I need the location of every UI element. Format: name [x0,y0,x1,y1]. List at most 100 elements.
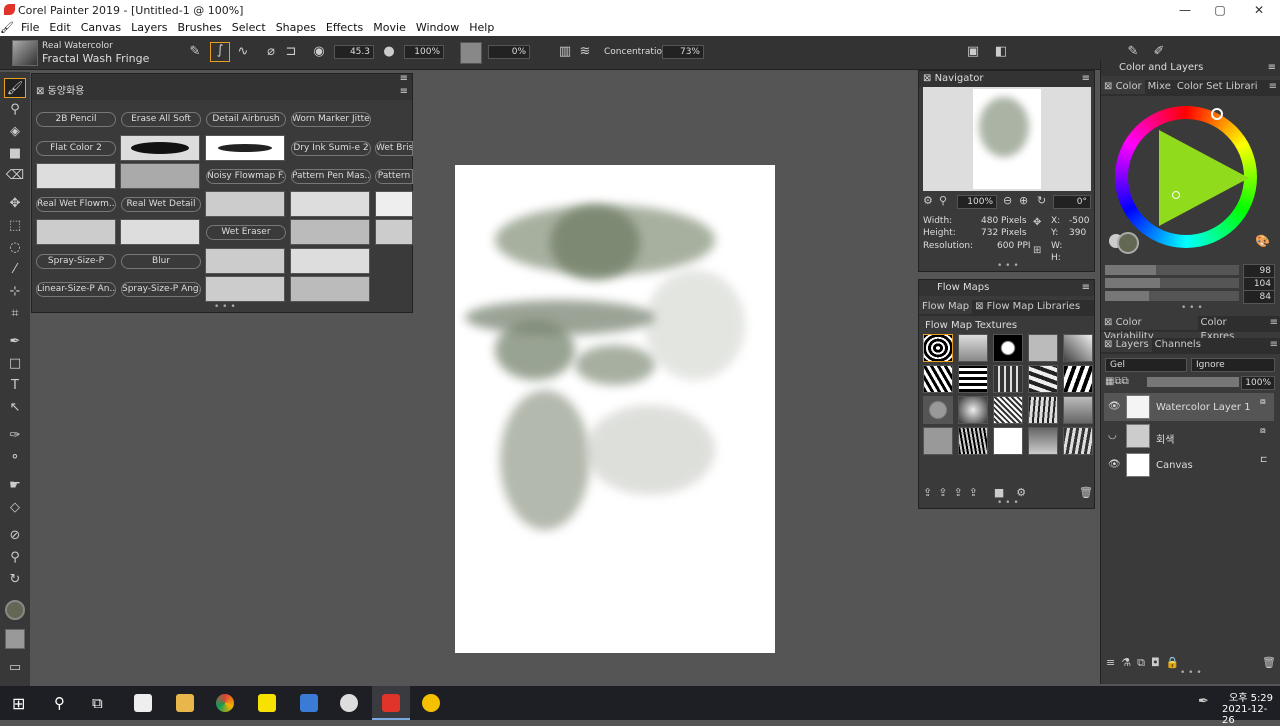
clock-time[interactable]: 오후 5:29 [1229,689,1273,704]
flow-texture[interactable] [1063,427,1093,455]
flow-texture[interactable] [1028,427,1058,455]
tab-layers[interactable]: ⊠ Layers [1101,338,1152,352]
brush-worn-marker-jitter[interactable]: Worn Marker Jitter [291,112,371,127]
brush-real-wet-detail[interactable]: Real Wet Detail [121,197,201,212]
flow-texture[interactable] [958,427,988,455]
paper-swatch[interactable] [5,629,25,649]
delete-layer-icon[interactable]: 🗑 [1262,656,1276,669]
lock-icon[interactable]: 🔒 [1166,656,1180,670]
concentration-field[interactable]: 73% [662,45,704,59]
tab-color[interactable]: ⊠ Color [1101,80,1145,94]
eye-closed-icon[interactable]: ◡ [1108,430,1117,441]
flow-texture[interactable] [1063,365,1093,393]
panel-resize-handle[interactable]: • • • [997,261,1019,271]
color-wheel[interactable] [1115,106,1257,248]
brush-wet-bris[interactable]: Wet Bris [375,141,413,156]
flow-texture[interactable] [923,334,953,362]
menu-movie[interactable]: Movie [368,20,411,36]
new-layer-icon[interactable]: ⧉ [1137,656,1145,670]
tab-flow-map[interactable]: Flow Map [919,300,973,314]
flow-texture[interactable] [958,365,988,393]
file-explorer-icon[interactable] [176,694,194,712]
size-field[interactable]: 45.3 [334,45,374,59]
layer-stack-icon[interactable]: ≡ [1106,656,1115,670]
stroke-attributes-icon[interactable]: ⌀ [262,44,280,59]
panel-resize-handle[interactable]: • • • [1181,303,1203,313]
flow-texture[interactable] [923,365,953,393]
task-view-icon[interactable]: ⧉ [92,694,103,712]
library-menu-icon[interactable]: ≡ [400,84,412,100]
brush-pattern[interactable]: Pattern [375,169,413,184]
layer-adjuster-icon[interactable]: ✥ [4,194,26,214]
layer-lock-icons[interactable]: ▦⧉⧉ [1105,376,1129,387]
flow-texture[interactable] [923,396,953,424]
wet-toggle-icon[interactable]: ▥ [556,44,574,59]
panel-resize-handle[interactable]: • • • [214,302,236,312]
brush-erase-all-soft[interactable]: Erase All Soft [121,112,201,127]
layer-opacity-slider[interactable] [1147,377,1239,387]
app-menu-icon[interactable]: 🖌 [0,20,16,36]
flow-texture[interactable] [993,396,1023,424]
opacity-field[interactable]: 100% [404,45,444,59]
brush-reset-icon[interactable]: ✎ [186,44,204,59]
paper-grain-icon[interactable] [460,42,482,64]
hue-marker[interactable] [1211,108,1223,120]
brush-thumbnail[interactable] [36,163,116,189]
nav-angle-field[interactable]: 0° [1053,195,1091,209]
menu-select[interactable]: Select [227,20,271,36]
navigator-menu-icon[interactable]: ≡ [1082,71,1094,87]
brush-thumbnail[interactable] [205,276,285,302]
cloner-tool-icon[interactable]: ✑ [4,426,26,446]
menu-shapes[interactable]: Shapes [271,20,321,36]
screen-mode-icon[interactable]: ▭ [4,658,26,678]
rectangle-fill-icon[interactable]: ■ [4,144,26,164]
menu-help[interactable]: Help [464,20,499,36]
lasso-tool-icon[interactable]: ◌ [4,238,26,258]
tab-color-expression[interactable]: Color Expres [1198,316,1267,342]
eraser-tool-icon[interactable]: ⌫ [4,166,26,186]
brush-noisy-flowmap[interactable]: Noisy Flowmap F... [206,169,286,184]
flow-create-icon[interactable]: ⇪ [953,486,962,499]
brush-thumbnail[interactable] [205,135,285,161]
brush-thumbnail[interactable] [290,248,370,274]
rotate-page-icon[interactable]: ↻ [4,570,26,590]
flow-export-icon[interactable]: ⇪ [938,486,947,499]
r-slider[interactable] [1105,265,1239,275]
main-color-swatch[interactable] [5,600,25,620]
rect-select-icon[interactable]: ⬚ [4,216,26,236]
flow-texture[interactable] [958,396,988,424]
mask-icon[interactable]: ◘ [1151,656,1160,670]
brush-thumbnail[interactable] [36,219,116,245]
tab-mixer[interactable]: Mixe [1145,80,1174,94]
pen-tool-icon[interactable]: ✒ [4,332,26,352]
brush-real-wet-flowmap[interactable]: Real Wet Flowm... [36,197,116,212]
tab-color-set[interactable]: Color Set Librari [1174,80,1261,94]
flow-capture-icon[interactable]: ⇪ [969,486,978,499]
dodge-tool-icon[interactable]: ⚬ [4,448,26,468]
brush-thumbnail[interactable] [120,163,200,189]
screen-icon[interactable]: ▣ [964,44,982,59]
tab-channels[interactable]: Channels [1152,338,1204,352]
eye-icon[interactable]: 👁 [1108,459,1121,470]
panel-resize-handle[interactable]: • • • [997,498,1019,508]
brush-detail-airbrush[interactable]: Detail Airbrush [206,112,286,127]
brush-thumbnail[interactable] [205,248,285,274]
app-icon[interactable] [422,694,440,712]
layer-row[interactable]: ◡ 회색 ⧇ [1104,422,1274,450]
flow-texture[interactable] [1063,334,1093,362]
brush-spray-size-p-ang[interactable]: Spray-Size-P Ang... [121,282,201,297]
pen-tool-right-icon[interactable]: ✐ [1150,44,1168,59]
right-panel-menu-icon[interactable]: ≡ [1268,60,1280,76]
brush-2b-pencil[interactable]: 2B Pencil [36,112,116,127]
brush-pattern-pen-mas[interactable]: Pattern Pen Mas... [291,169,371,184]
brush-linear-size-p[interactable]: Linear-Size-P An... [36,282,116,297]
kakaotalk-icon[interactable] [258,694,276,712]
text-tool-icon[interactable]: T [4,376,26,396]
flow-texture[interactable] [1063,396,1093,424]
freehand-stroke-icon[interactable]: ∫ [210,42,230,62]
b-slider[interactable] [1105,291,1239,301]
flow-texture[interactable] [993,365,1023,393]
brush-thumbnail[interactable] [205,191,285,217]
dynamic-plugin-icon[interactable]: ⚗ [1121,656,1131,670]
brush-thumbnail[interactable] [120,219,200,245]
